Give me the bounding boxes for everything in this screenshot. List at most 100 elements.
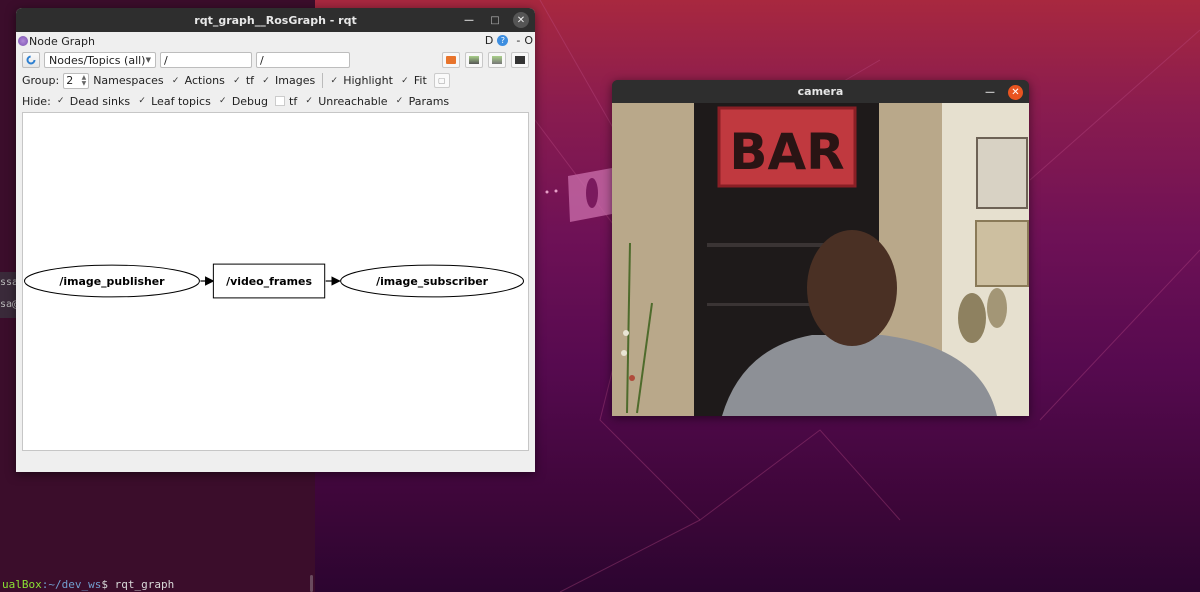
wall-frame [976,137,1028,209]
terminal-line-fragment: sa@ [0,299,16,310]
save-image-icon [515,56,525,64]
window-title: camera [797,85,844,98]
minimize-icon: — [464,14,474,26]
maximize-icon: □ [490,14,500,26]
fit-view-icon: ▢ [438,76,446,85]
images-label: Images [275,74,316,87]
graph-type-value: Nodes/Topics (all) [49,53,146,67]
rqt-titlebar[interactable]: rqt_graph__RosGraph - rqt — □ ✕ [16,8,535,32]
fit-label: Fit [413,74,427,87]
group-spinbox[interactable]: 2 ▲ ▼ [63,72,90,89]
load-dot-button[interactable] [442,52,460,68]
fit-checkbox[interactable]: ✓ Fit [400,74,427,87]
topic-filter-input[interactable]: / [256,52,350,68]
plugin-close-button[interactable]: O [524,34,533,47]
options-row: Group: 2 ▲ ▼ Namespaces ✓ Actions ✓ tf ✓ Ima… [16,70,535,91]
checkmark-icon: ✓ [57,96,65,106]
group-label: Group: [22,74,60,87]
close-icon: ✕ [1011,86,1020,98]
chevron-down-icon: ▼ [145,56,151,64]
refresh-button[interactable] [22,52,40,68]
open-folder-icon [446,56,456,64]
group-value: 2 [66,74,74,87]
window-title: rqt_graph__RosGraph - rqt [194,13,357,27]
debug-label: Debug [231,94,268,108]
dead-sinks-label: Dead sinks [69,94,131,108]
debug-checkbox[interactable]: ✓ Debug [218,95,268,108]
minimize-icon: — [985,86,995,98]
wall-frame [975,220,1029,287]
highlight-checkbox[interactable]: ✓ Highlight [329,74,393,87]
save-dot-icon [469,56,479,64]
help-icon[interactable]: ? [497,35,509,46]
bar-sign-text: BAR [729,123,844,181]
tf-label: tf [245,74,255,87]
separator [322,73,324,88]
plugin-icon [18,36,28,46]
graph-type-select[interactable]: Nodes/Topics (all) ▼ [44,52,156,68]
fit-in-view-button[interactable]: ▢ [433,73,450,88]
topic-video-frames[interactable]: /video_frames [212,263,326,299]
rqt-graph-window[interactable]: rqt_graph__RosGraph - rqt — □ ✕ Node Gra… [16,8,535,472]
refresh-icon [26,55,36,65]
plugin-d-button[interactable]: D [485,34,493,47]
checkmark-icon: ✓ [330,75,338,86]
bar-sign: BAR [717,106,857,188]
save-image-button[interactable] [511,52,529,68]
tf-hide-checkbox[interactable]: tf [275,95,297,108]
namespaces-label[interactable]: Namespaces [93,74,163,87]
namespace-filter-value: / [164,53,168,67]
close-button[interactable]: ✕ [513,12,529,28]
node-image-publisher[interactable]: /image_publisher [23,264,200,298]
prompt-path: :~/dev_ws [41,578,102,591]
plugin-title: Node Graph [29,34,95,48]
terminal-scrollbar[interactable] [310,575,313,592]
unreachable-checkbox[interactable]: ✓ Unreachable [304,95,387,108]
params-label: Params [408,94,450,108]
tf-group-checkbox[interactable]: ✓ tf [232,74,254,87]
unchecked-box-icon [275,96,285,106]
highlight-label: Highlight [343,74,393,87]
camera-feed: BAR [612,103,1029,416]
unreachable-label: Unreachable [318,94,388,108]
checkmark-icon: ✓ [305,96,313,106]
maximize-button[interactable]: □ [487,12,503,28]
namespace-filter-input[interactable]: / [160,52,252,68]
camera-titlebar[interactable]: camera — ✕ [612,80,1029,103]
camera-window[interactable]: camera — ✕ BAR [612,80,1029,416]
terminal-command: rqt_graph [114,578,175,591]
save-svg-icon [492,56,502,64]
dead-sinks-checkbox[interactable]: ✓ Dead sinks [56,95,130,108]
close-button[interactable]: ✕ [1008,84,1023,100]
terminal-line-fragment: ssa [0,277,16,288]
save-dot-button[interactable] [465,52,483,68]
minimize-button[interactable]: — [982,84,998,100]
leaf-topics-checkbox[interactable]: ✓ Leaf topics [137,94,211,108]
checkmark-icon: ✓ [138,96,146,106]
checkmark-icon: ✓ [262,75,270,86]
save-svg-button[interactable] [488,52,506,68]
plugin-minimize-button[interactable]: - [516,34,520,47]
actions-label: Actions [184,74,225,87]
checkmark-icon: ✓ [171,75,180,86]
terminal-obscured-lines: ssa sa@ [0,272,16,318]
checkmark-icon: ✓ [401,75,409,86]
actions-checkbox[interactable]: ✓ Actions [171,74,225,87]
checkmark-icon: ✓ [395,96,404,106]
namespaces-text: Namespaces [93,74,164,87]
leaf-topics-label: Leaf topics [151,94,211,108]
node-label: /image_publisher [59,275,165,288]
ros-graph[interactable]: /image_publisher /video_frames /image_su… [23,113,528,450]
spinbox-arrows-icon[interactable]: ▲ ▼ [82,74,87,87]
checkmark-icon: ✓ [233,75,241,86]
node-image-subscriber[interactable]: /image_subscriber [340,264,525,298]
graph-canvas[interactable]: /image_publisher /video_frames /image_su… [22,112,529,451]
checkmark-icon: ✓ [219,96,227,106]
params-checkbox[interactable]: ✓ Params [395,94,450,108]
terminal-prompt-line: ualBox:~/dev_ws$ rqt_graph [2,578,174,591]
close-icon: ✕ [516,14,526,26]
hide-label: Hide: [22,94,51,108]
images-checkbox[interactable]: ✓ Images [261,74,315,87]
minimize-button[interactable]: — [461,12,477,28]
webcam-frame: BAR [612,103,1029,416]
